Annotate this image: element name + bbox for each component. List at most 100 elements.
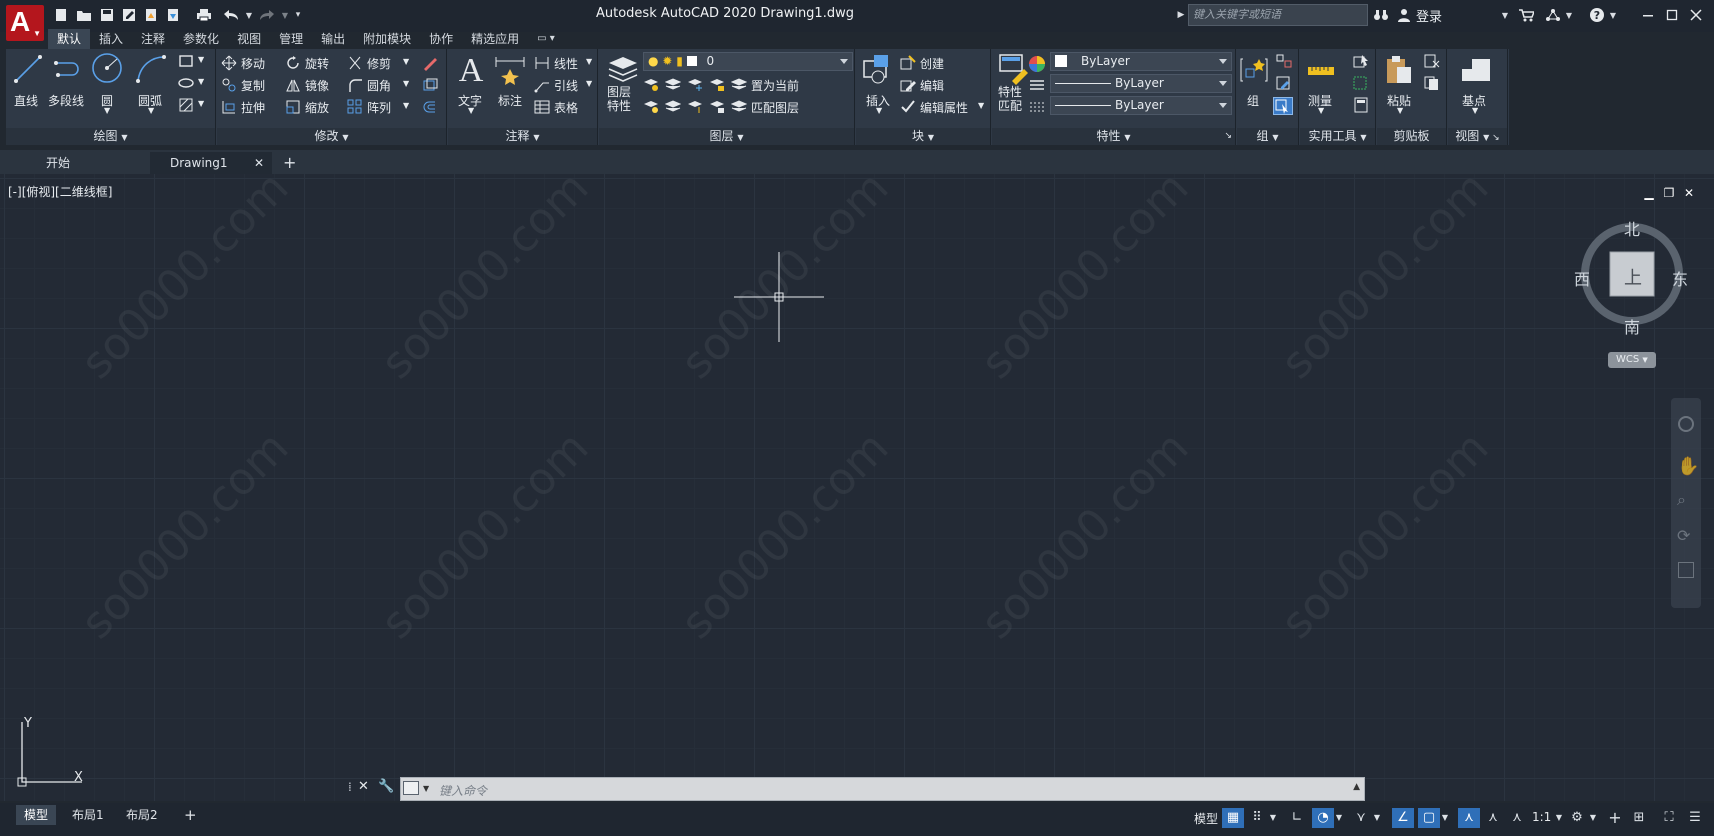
set-current-label[interactable]: 置为当前 bbox=[751, 77, 799, 94]
layer-on-icon[interactable] bbox=[643, 98, 659, 114]
table-label[interactable]: 表格 bbox=[554, 99, 578, 116]
minimize-icon[interactable] bbox=[1638, 4, 1658, 26]
tab-manage[interactable]: 管理 bbox=[270, 29, 312, 49]
trim-dropdown-icon[interactable]: ▼ bbox=[403, 57, 409, 66]
steering-wheel-icon[interactable] bbox=[1678, 416, 1694, 432]
layout-tab-2[interactable]: 布局2 bbox=[118, 805, 166, 825]
base-view-icon[interactable] bbox=[1460, 55, 1492, 83]
circle-dropdown-icon[interactable]: ▼ bbox=[104, 106, 110, 115]
arc-dropdown-icon[interactable]: ▼ bbox=[148, 106, 154, 115]
ortho-icon[interactable]: ∟ bbox=[1286, 808, 1308, 828]
customize-qat-icon[interactable]: ▾ bbox=[292, 4, 304, 26]
print-icon[interactable] bbox=[194, 4, 214, 26]
edit-block-icon[interactable] bbox=[900, 77, 916, 93]
undo-dropdown-icon[interactable]: ▼ bbox=[244, 4, 254, 26]
scale-label[interactable]: 缩放 bbox=[305, 99, 329, 116]
layer-off-icon[interactable] bbox=[643, 76, 659, 92]
stretch-icon[interactable] bbox=[221, 99, 237, 115]
match-layer-label[interactable]: 匹配图层 bbox=[751, 99, 799, 116]
units-icon[interactable]: ⊞ bbox=[1628, 808, 1650, 828]
linetype-icon[interactable] bbox=[1028, 77, 1046, 93]
isometric-icon[interactable]: ⋎ bbox=[1350, 808, 1372, 828]
copy-label[interactable]: 复制 bbox=[241, 77, 265, 94]
array-dropdown-icon[interactable]: ▼ bbox=[403, 101, 409, 110]
ungroup-icon[interactable] bbox=[1275, 53, 1293, 69]
tab-drawing1[interactable]: Drawing1 ✕ bbox=[150, 152, 272, 174]
move-label[interactable]: 移动 bbox=[241, 55, 265, 72]
group-label[interactable]: 组 bbox=[1247, 92, 1259, 109]
table-icon[interactable] bbox=[534, 99, 550, 115]
user-icon[interactable] bbox=[1396, 4, 1412, 26]
fillet-dropdown-icon[interactable]: ▼ bbox=[403, 79, 409, 88]
quick-select-icon[interactable] bbox=[1352, 53, 1370, 69]
auto-scale-icon[interactable]: ⋏ bbox=[1482, 808, 1504, 828]
orbit-icon[interactable]: ⟳ bbox=[1677, 526, 1690, 545]
drawing-canvas[interactable] bbox=[0, 174, 1714, 801]
login-link[interactable]: 登录 bbox=[1416, 6, 1442, 25]
mirror-icon[interactable] bbox=[285, 77, 301, 93]
cart-icon[interactable] bbox=[1516, 4, 1536, 26]
new-tab-icon[interactable]: + bbox=[276, 152, 304, 174]
save-icon[interactable] bbox=[98, 4, 116, 26]
move-icon[interactable] bbox=[221, 55, 237, 71]
showmotion-icon[interactable] bbox=[1678, 562, 1694, 578]
close-command-icon[interactable]: ✕ bbox=[358, 779, 369, 794]
cut-icon[interactable] bbox=[1423, 53, 1441, 69]
line-icon[interactable] bbox=[12, 53, 44, 85]
annotation-panel-title[interactable]: 注释 ▼ bbox=[448, 128, 597, 145]
copy-icon[interactable] bbox=[221, 77, 237, 93]
tab-view[interactable]: 视图 bbox=[228, 29, 270, 49]
workspace-dropdown-icon[interactable]: ▼ bbox=[1588, 808, 1598, 828]
model-space-button[interactable]: 模型 bbox=[1194, 810, 1218, 827]
properties-panel-title[interactable]: 特性 ▼ ↘ bbox=[992, 128, 1235, 145]
trim-icon[interactable] bbox=[347, 55, 363, 71]
polyline-label[interactable]: 多段线 bbox=[48, 92, 84, 109]
layer-unisolate-icon[interactable] bbox=[665, 98, 681, 114]
rectangle-dropdown-icon[interactable]: ▼ bbox=[198, 55, 204, 64]
help-icon[interactable]: ? bbox=[1588, 4, 1606, 26]
save-web-icon[interactable] bbox=[164, 4, 182, 26]
layer-lock-icon[interactable] bbox=[709, 76, 725, 92]
set-current-icon[interactable] bbox=[731, 76, 747, 92]
dimension-icon[interactable] bbox=[494, 55, 526, 85]
layer-properties-icon[interactable] bbox=[607, 53, 639, 85]
polar-dropdown-icon[interactable]: ▼ bbox=[1334, 808, 1344, 828]
color-dropdown[interactable]: ByLayer bbox=[1050, 52, 1232, 71]
tab-featured-apps[interactable]: 精选应用 bbox=[462, 29, 528, 49]
scale-dropdown-icon[interactable]: ▼ bbox=[1554, 808, 1564, 828]
isometric-dropdown-icon[interactable]: ▼ bbox=[1372, 808, 1382, 828]
redo-icon[interactable] bbox=[256, 4, 278, 26]
select-all-icon[interactable] bbox=[1352, 75, 1370, 91]
ellipse-dropdown-icon[interactable]: ▼ bbox=[198, 77, 204, 86]
circle-icon[interactable] bbox=[90, 51, 124, 85]
match-properties-icon[interactable] bbox=[998, 53, 1030, 85]
trim-label[interactable]: 修剪 bbox=[367, 55, 391, 72]
wrench-icon[interactable]: 🔧 bbox=[378, 779, 394, 794]
paste-icon[interactable] bbox=[1383, 53, 1415, 85]
explode-icon[interactable] bbox=[421, 77, 439, 93]
viewport-minimize-icon[interactable]: ▁ bbox=[1642, 186, 1656, 200]
snap-icon[interactable]: ⠿ bbox=[1246, 808, 1268, 828]
insert-dropdown-icon[interactable]: ▼ bbox=[876, 106, 882, 115]
clean-screen-icon[interactable]: ⛶ bbox=[1658, 808, 1680, 828]
close-tab-icon[interactable]: ✕ bbox=[254, 152, 264, 174]
layer-properties-label[interactable]: 图层 特性 bbox=[607, 85, 631, 113]
clipboard-panel-title[interactable]: 剪贴板 bbox=[1377, 128, 1446, 145]
text-dropdown-icon[interactable]: ▼ bbox=[468, 106, 474, 115]
view-panel-title[interactable]: 视图 ▼ ↘ bbox=[1448, 128, 1507, 145]
rectangle-icon[interactable] bbox=[178, 53, 194, 69]
color-wheel-icon[interactable] bbox=[1028, 55, 1046, 73]
block-panel-title[interactable]: 块 ▼ bbox=[856, 128, 990, 145]
group-panel-title[interactable]: 组 ▼ bbox=[1237, 128, 1298, 145]
edit-label[interactable]: 编辑 bbox=[920, 77, 944, 94]
edit-attribute-icon[interactable] bbox=[900, 99, 916, 115]
copy-clip-icon[interactable] bbox=[1423, 75, 1441, 91]
undo-icon[interactable] bbox=[220, 4, 242, 26]
group-icon[interactable] bbox=[1239, 55, 1269, 85]
customize-icon[interactable]: ☰ bbox=[1684, 808, 1706, 828]
wcs-menu[interactable]: WCS ▼ bbox=[1608, 352, 1656, 368]
group-edit-icon[interactable] bbox=[1275, 75, 1293, 91]
line-label[interactable]: 直线 bbox=[14, 92, 38, 109]
layer-dropdown[interactable]: ● ✹ ▮ 0 bbox=[643, 52, 853, 71]
group-select-icon[interactable] bbox=[1273, 97, 1293, 115]
